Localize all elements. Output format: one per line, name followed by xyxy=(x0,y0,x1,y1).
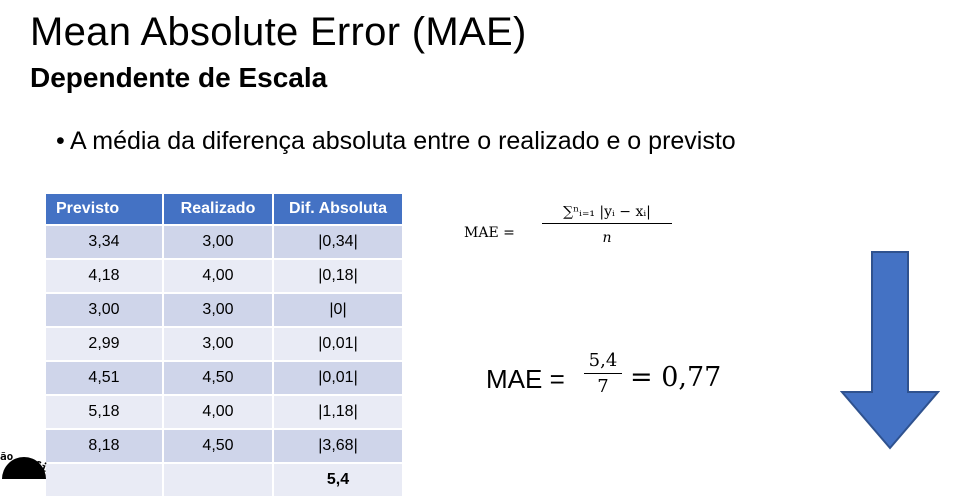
table-row: 2,99 3,00 |0,01| xyxy=(46,326,404,361)
table-row: 4,51 4,50 |0,01| xyxy=(46,360,404,395)
cell-dif-absoluta: |1,18| xyxy=(273,394,404,429)
header-previsto: Previsto xyxy=(46,194,164,225)
result-value: = 0,77 xyxy=(630,362,722,393)
result-denominator: 7 xyxy=(597,376,609,397)
table-row: 5,18 4,00 |1,18| xyxy=(46,394,404,429)
cell-realizado: 4,00 xyxy=(163,258,274,293)
logo-text-left: ão xyxy=(0,450,14,463)
cell-dif-absoluta: |0,01| xyxy=(273,326,404,361)
cell-total-value: 5,4 xyxy=(273,462,404,496)
cell-dif-absoluta: |0,34| xyxy=(273,224,404,259)
cell-previsto: 3,00 xyxy=(46,292,164,327)
cell-realizado: 4,50 xyxy=(163,428,274,463)
table-row: 3,34 3,00 |0,34| xyxy=(46,224,404,259)
table-header-row: Previsto Realizado Dif. Absoluta xyxy=(46,194,404,225)
cell-dif-absoluta: |3,68| xyxy=(273,428,404,463)
result-fraction: 5,4 7 xyxy=(584,350,622,397)
bullet-text: A média da diferença absoluta entre o re… xyxy=(70,127,736,155)
formula-numerator: ∑ⁿᵢ₌₁ |yᵢ − xᵢ| xyxy=(542,204,672,224)
cell-dif-absoluta: |0,18| xyxy=(273,258,404,293)
result-lhs: MAE = xyxy=(486,364,565,394)
cell-realizado: 3,00 xyxy=(163,292,274,327)
cell-previsto: 4,18 xyxy=(46,258,164,293)
mae-general-formula: MAE = ∑ⁿᵢ₌₁ |yᵢ − xᵢ| n xyxy=(464,200,694,270)
logo-icon: ão Ci xyxy=(0,450,49,479)
table-total-row: 5,4 xyxy=(46,462,404,496)
cell-dif-absoluta: |0| xyxy=(273,292,404,327)
formula-denominator: n xyxy=(602,230,612,246)
bullet-dot: • xyxy=(56,127,65,155)
header-realizado: Realizado xyxy=(163,194,274,225)
cell-previsto: 8,18 xyxy=(46,428,164,463)
table-row: 8,18 4,50 |3,68| xyxy=(46,428,404,463)
bullet-point: • A média da diferença absoluta entre o r… xyxy=(56,127,736,156)
table-row: 4,18 4,00 |0,18| xyxy=(46,258,404,293)
header-dif-absoluta: Dif. Absoluta xyxy=(273,194,404,225)
table-row: 3,00 3,00 |0| xyxy=(46,292,404,327)
down-arrow-icon xyxy=(840,251,940,450)
error-table: Previsto Realizado Dif. Absoluta 3,34 3,… xyxy=(46,194,404,496)
formula-lhs: MAE = xyxy=(464,225,515,241)
cell-realizado: 3,00 xyxy=(163,224,274,259)
slide-subtitle: Dependente de Escala xyxy=(30,62,328,93)
cell-total-empty xyxy=(46,462,164,496)
cell-realizado: 4,50 xyxy=(163,360,274,395)
cell-realizado: 4,00 xyxy=(163,394,274,429)
cell-total-empty xyxy=(163,462,274,496)
cell-realizado: 3,00 xyxy=(163,326,274,361)
cell-previsto: 5,18 xyxy=(46,394,164,429)
cell-dif-absoluta: |0,01| xyxy=(273,360,404,395)
cell-previsto: 2,99 xyxy=(46,326,164,361)
result-numerator: 5,4 xyxy=(584,350,622,374)
cell-previsto: 3,34 xyxy=(46,224,164,259)
formula-fraction: ∑ⁿᵢ₌₁ |yᵢ − xᵢ| n xyxy=(542,204,672,246)
slide-title: Mean Absolute Error (MAE) xyxy=(30,10,527,54)
cell-previsto: 4,51 xyxy=(46,360,164,395)
